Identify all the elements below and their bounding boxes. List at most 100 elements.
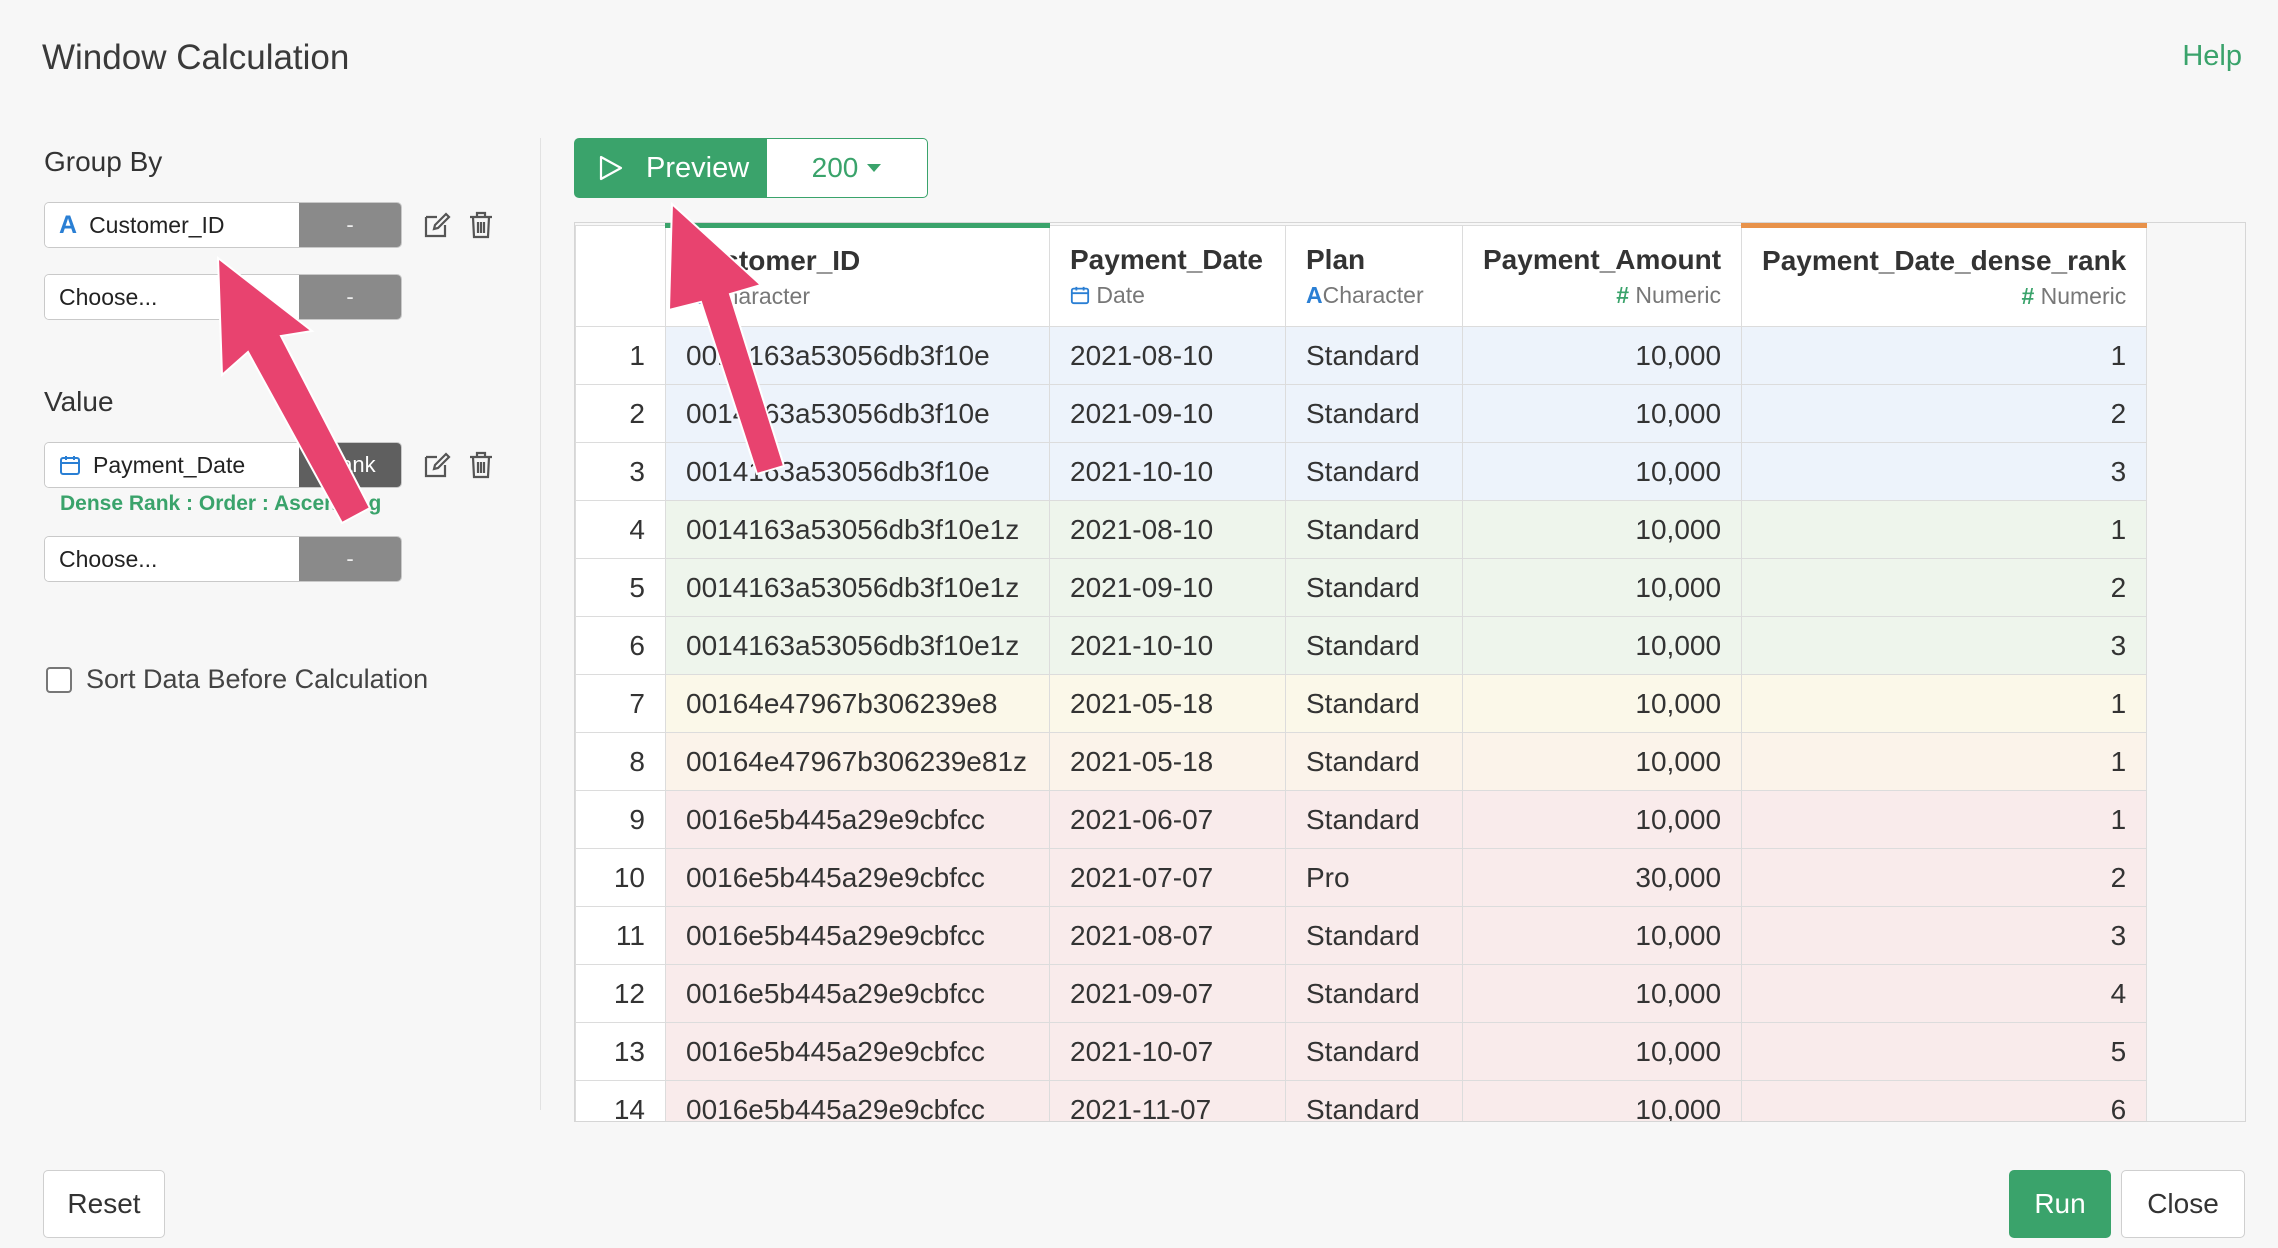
cell-dense-rank: 2 [1741, 558, 2148, 617]
preview-row-count-select[interactable]: 200 [767, 138, 928, 198]
group-by-column-tag[interactable]: - [299, 203, 401, 247]
column-header-dense-rank[interactable]: Payment_Date_dense_rank # Numeric [1741, 223, 2148, 327]
row-index: 13 [575, 1022, 666, 1081]
table-row[interactable]: 10 0016e5b445a29e9cbfcc 2021-07-07 Pro 3… [575, 848, 2148, 907]
cell-plan: Standard [1285, 616, 1463, 675]
cell-plan: Standard [1285, 326, 1463, 385]
cell-dense-rank: 3 [1741, 442, 2148, 501]
value-choose-tag[interactable]: - [299, 537, 401, 581]
run-button[interactable]: Run [2009, 1170, 2111, 1238]
checkbox-box[interactable] [46, 666, 72, 693]
cell-customer-id: 0014163a53056db3f10e1z [665, 500, 1050, 559]
value-column-select[interactable]: Payment_Date Rank [44, 442, 402, 488]
preview-row-count: 200 [811, 152, 859, 183]
sort-data-label: Sort Data Before Calculation [86, 664, 429, 694]
cell-payment-amount: 10,000 [1461, 790, 1743, 849]
cell-dense-rank: 2 [1741, 384, 2148, 443]
row-index: 3 [575, 442, 666, 501]
table-row[interactable]: 3 0014163a53056db3f10e 2021-10-10 Standa… [575, 442, 2148, 501]
cell-plan: Standard [1285, 500, 1463, 559]
table-row[interactable]: 13 0016e5b445a29e9cbfcc 2021-10-07 Stand… [575, 1022, 2148, 1081]
cell-dense-rank: 4 [1741, 964, 2148, 1023]
row-index: 1 [575, 326, 666, 385]
cell-payment-amount: 10,000 [1461, 326, 1743, 385]
cell-plan: Standard [1285, 558, 1463, 617]
table-row[interactable]: 6 0014163a53056db3f10e1z 2021-10-10 Stan… [575, 616, 2148, 675]
cell-plan: Standard [1285, 964, 1463, 1023]
group-by-choose-placeholder: Choose... [45, 275, 299, 319]
row-index: 9 [575, 790, 666, 849]
column-header-payment-date[interactable]: Payment_Date Date [1049, 225, 1286, 327]
cell-payment-amount: 10,000 [1461, 384, 1743, 443]
cell-payment-amount: 10,000 [1461, 1022, 1743, 1081]
table-row[interactable]: 1 0014163a53056db3f10e 2021-08-10 Standa… [575, 326, 2148, 385]
character-icon: A [59, 210, 78, 239]
calendar-icon [59, 454, 81, 476]
value-calculation-tag[interactable]: Rank [299, 443, 401, 487]
cell-customer-id: 00164e47967b306239e81z [665, 732, 1050, 791]
row-index: 11 [575, 906, 666, 965]
cell-payment-date: 2021-08-07 [1049, 906, 1286, 965]
edit-icon[interactable] [420, 448, 454, 482]
column-header-customer-id[interactable]: Customer_ID A Character [665, 223, 1050, 327]
cell-payment-amount: 10,000 [1461, 906, 1743, 965]
close-button[interactable]: Close [2121, 1170, 2245, 1238]
cell-dense-rank: 5 [1741, 1022, 2148, 1081]
trash-icon[interactable] [464, 208, 498, 242]
cell-customer-id: 0016e5b445a29e9cbfcc [665, 906, 1050, 965]
table-row[interactable]: 5 0014163a53056db3f10e1z 2021-09-10 Stan… [575, 558, 2148, 617]
group-by-choose-tag[interactable]: - [299, 275, 401, 319]
cell-payment-amount: 10,000 [1461, 500, 1743, 559]
cell-plan: Standard [1285, 442, 1463, 501]
reset-button[interactable]: Reset [43, 1170, 165, 1238]
group-by-column-select[interactable]: A Customer_ID - [44, 202, 402, 248]
cell-plan: Standard [1285, 674, 1463, 733]
cell-plan: Standard [1285, 1080, 1463, 1121]
table-row[interactable]: 14 0016e5b445a29e9cbfcc 2021-11-07 Stand… [575, 1080, 2148, 1121]
cell-payment-date: 2021-10-10 [1049, 616, 1286, 675]
cell-dense-rank: 3 [1741, 616, 2148, 675]
cell-customer-id: 0016e5b445a29e9cbfcc [665, 1022, 1050, 1081]
cell-payment-date: 2021-11-07 [1049, 1080, 1286, 1121]
cell-payment-date: 2021-08-10 [1049, 326, 1286, 385]
preview-button[interactable]: Preview [574, 138, 767, 198]
column-header-plan[interactable]: Plan ACharacter [1285, 225, 1463, 327]
trash-icon[interactable] [464, 448, 498, 482]
sort-data-checkbox[interactable]: Sort Data Before Calculation [46, 664, 428, 695]
column-header-payment-amount[interactable]: Payment_Amount # Numeric [1461, 225, 1743, 327]
cell-payment-date: 2021-08-10 [1049, 500, 1286, 559]
cell-plan: Pro [1285, 848, 1463, 907]
cell-plan: Standard [1285, 790, 1463, 849]
cell-dense-rank: 1 [1741, 326, 2148, 385]
group-by-choose-select[interactable]: Choose... - [44, 274, 402, 320]
row-index: 8 [575, 732, 666, 791]
row-index: 12 [575, 964, 666, 1023]
row-index: 5 [575, 558, 666, 617]
cell-payment-amount: 10,000 [1461, 442, 1743, 501]
data-preview-table[interactable]: Customer_ID A Character Payment_Date Dat… [574, 222, 2246, 1122]
cell-payment-date: 2021-10-10 [1049, 442, 1286, 501]
cell-payment-date: 2021-09-10 [1049, 384, 1286, 443]
table-row[interactable]: 9 0016e5b445a29e9cbfcc 2021-06-07 Standa… [575, 790, 2148, 849]
table-row[interactable]: 2 0014163a53056db3f10e 2021-09-10 Standa… [575, 384, 2148, 443]
edit-icon[interactable] [420, 208, 454, 242]
row-index: 6 [575, 616, 666, 675]
cell-customer-id: 0014163a53056db3f10e1z [665, 616, 1050, 675]
table-row[interactable]: 7 00164e47967b306239e8 2021-05-18 Standa… [575, 674, 2148, 733]
cell-payment-date: 2021-07-07 [1049, 848, 1286, 907]
cell-plan: Standard [1285, 906, 1463, 965]
row-index-header [575, 225, 666, 327]
row-index: 7 [575, 674, 666, 733]
hash-icon: # [2021, 282, 2035, 309]
table-row[interactable]: 8 00164e47967b306239e81z 2021-05-18 Stan… [575, 732, 2148, 791]
row-index: 2 [575, 384, 666, 443]
help-link[interactable]: Help [2182, 40, 2242, 73]
table-row[interactable]: 11 0016e5b445a29e9cbfcc 2021-08-07 Stand… [575, 906, 2148, 965]
cell-dense-rank: 3 [1741, 906, 2148, 965]
value-choose-select[interactable]: Choose... - [44, 536, 402, 582]
cell-customer-id: 00164e47967b306239e8 [665, 674, 1050, 733]
table-row[interactable]: 4 0014163a53056db3f10e1z 2021-08-10 Stan… [575, 500, 2148, 559]
cell-dense-rank: 1 [1741, 732, 2148, 791]
table-row[interactable]: 12 0016e5b445a29e9cbfcc 2021-09-07 Stand… [575, 964, 2148, 1023]
cell-customer-id: 0014163a53056db3f10e [665, 384, 1050, 443]
